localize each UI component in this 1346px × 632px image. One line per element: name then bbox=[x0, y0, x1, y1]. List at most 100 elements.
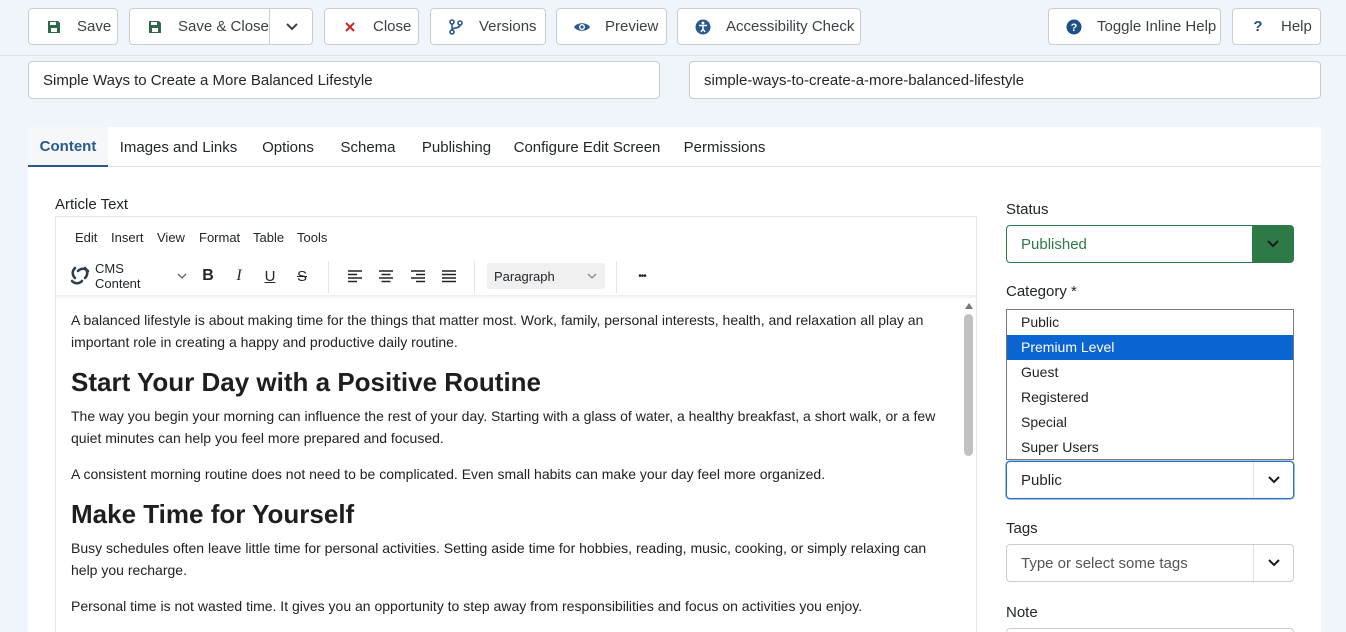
save-icon bbox=[45, 18, 63, 36]
option-guest[interactable]: Guest bbox=[1007, 360, 1293, 385]
toggle-inline-help-label: Toggle Inline Help bbox=[1097, 18, 1217, 35]
italic-button[interactable]: I bbox=[227, 263, 251, 289]
cms-content-label: CMS Content bbox=[94, 261, 141, 291]
save-options-dropdown[interactable] bbox=[269, 9, 313, 44]
block-format-dropdown[interactable]: Paragraph bbox=[487, 263, 605, 289]
status-select[interactable]: Published bbox=[1006, 225, 1294, 263]
editor-menubar: Edit Insert View Format Table Tools bbox=[56, 217, 976, 257]
save-icon bbox=[146, 18, 164, 36]
scroll-thumb[interactable] bbox=[964, 314, 973, 456]
bold-button[interactable]: B bbox=[196, 263, 220, 289]
save-close-label: Save & Close bbox=[178, 18, 269, 35]
editor-toolbar: CMS Content B I U S Paragraph ••• bbox=[56, 257, 976, 295]
option-premium-level[interactable]: Premium Level bbox=[1007, 335, 1293, 360]
menu-view[interactable]: View bbox=[157, 230, 185, 245]
chevron-down-icon bbox=[1267, 559, 1280, 567]
save-close-button[interactable]: Save & Close bbox=[129, 8, 313, 45]
menu-edit[interactable]: Edit bbox=[75, 230, 97, 245]
help-label: Help bbox=[1281, 18, 1312, 35]
svg-text:?: ? bbox=[1071, 22, 1078, 34]
rich-text-editor: Edit Insert View Format Table Tools CMS … bbox=[55, 216, 977, 632]
save-label: Save bbox=[77, 18, 112, 35]
close-button[interactable]: Close bbox=[324, 8, 419, 45]
tab-bar: Content Images and Links Options Schema … bbox=[28, 127, 1321, 167]
tab-configure-edit-screen[interactable]: Configure Edit Screen bbox=[504, 127, 670, 167]
menu-format[interactable]: Format bbox=[199, 230, 240, 245]
tab-content[interactable]: Content bbox=[28, 127, 108, 167]
access-dropdown-toggle[interactable] bbox=[1253, 462, 1293, 498]
chevron-down-icon bbox=[1266, 240, 1279, 248]
tags-label: Tags bbox=[1006, 520, 1038, 537]
tags-placeholder: Type or select some tags bbox=[1021, 555, 1188, 572]
cms-content-dropdown[interactable]: CMS Content bbox=[69, 261, 187, 291]
editor-scrollbar[interactable] bbox=[962, 299, 976, 632]
access-select[interactable]: Public bbox=[1006, 461, 1294, 499]
menu-tools[interactable]: Tools bbox=[297, 230, 327, 245]
strikethrough-button[interactable]: S bbox=[290, 263, 314, 289]
align-justify-button[interactable] bbox=[437, 263, 461, 289]
preview-button[interactable]: Preview bbox=[556, 8, 667, 45]
title-input[interactable]: Simple Ways to Create a More Balanced Li… bbox=[28, 61, 660, 99]
more-tools-button[interactable]: ••• bbox=[630, 263, 654, 289]
branch-icon bbox=[447, 18, 465, 36]
save-button[interactable]: Save bbox=[28, 8, 118, 45]
menu-insert[interactable]: Insert bbox=[111, 230, 144, 245]
paragraph: Busy schedules often leave little time f… bbox=[71, 540, 927, 578]
paragraph: A balanced lifestyle is about making tim… bbox=[71, 312, 924, 350]
category-label: Category * bbox=[1006, 283, 1077, 300]
accessibility-check-button[interactable]: Accessibility Check bbox=[677, 8, 861, 45]
note-input[interactable] bbox=[1006, 628, 1294, 632]
close-icon bbox=[341, 18, 359, 36]
toolbar-shadow bbox=[56, 295, 976, 299]
chevron-down-icon bbox=[177, 273, 187, 279]
tab-options[interactable]: Options bbox=[249, 127, 327, 167]
block-format-label: Paragraph bbox=[494, 268, 555, 284]
toolbar: Save Save & Close Close Versions Preview… bbox=[0, 0, 1346, 56]
scroll-up-arrow[interactable] bbox=[965, 303, 973, 309]
align-center-button[interactable] bbox=[374, 263, 398, 289]
tab-publishing[interactable]: Publishing bbox=[409, 127, 504, 167]
eye-icon bbox=[573, 18, 591, 36]
paragraph: Personal time is not wasted time. It giv… bbox=[71, 598, 863, 614]
access-value: Public bbox=[1021, 472, 1062, 489]
align-left-icon bbox=[348, 270, 362, 283]
question-circle-icon: ? bbox=[1065, 18, 1083, 36]
toolbar-separator bbox=[474, 261, 475, 293]
tags-dropdown-toggle[interactable] bbox=[1253, 545, 1293, 581]
note-label: Note bbox=[1006, 604, 1038, 621]
toolbar-separator bbox=[616, 261, 617, 293]
alias-input[interactable]: simple-ways-to-create-a-more-balanced-li… bbox=[689, 61, 1321, 99]
versions-label: Versions bbox=[479, 18, 537, 35]
help-button[interactable]: ? Help bbox=[1232, 8, 1321, 45]
heading: Make Time for Yourself bbox=[71, 499, 355, 529]
accessibility-label: Accessibility Check bbox=[726, 18, 855, 35]
align-right-icon bbox=[411, 270, 425, 283]
toolbar-separator bbox=[328, 261, 329, 293]
status-dropdown-toggle[interactable] bbox=[1252, 226, 1293, 262]
joomla-icon bbox=[70, 266, 90, 285]
option-public[interactable]: Public bbox=[1007, 310, 1293, 335]
tab-permissions[interactable]: Permissions bbox=[670, 127, 779, 167]
option-special[interactable]: Special bbox=[1007, 410, 1293, 435]
accessibility-icon bbox=[694, 18, 712, 36]
close-label: Close bbox=[373, 18, 412, 35]
chevron-down-icon bbox=[1267, 476, 1280, 484]
status-value: Published bbox=[1021, 236, 1087, 253]
option-super-users[interactable]: Super Users bbox=[1007, 435, 1293, 460]
underline-button[interactable]: U bbox=[258, 263, 282, 289]
preview-label: Preview bbox=[605, 18, 659, 35]
option-registered[interactable]: Registered bbox=[1007, 385, 1293, 410]
versions-button[interactable]: Versions bbox=[430, 8, 546, 45]
tags-input[interactable]: Type or select some tags bbox=[1006, 544, 1294, 582]
heading: Start Your Day with a Positive Routine bbox=[71, 367, 542, 397]
menu-table[interactable]: Table bbox=[253, 230, 284, 245]
toggle-inline-help-button[interactable]: ? Toggle Inline Help bbox=[1048, 8, 1221, 45]
status-label: Status bbox=[1006, 201, 1049, 218]
align-right-button[interactable] bbox=[406, 263, 430, 289]
question-icon: ? bbox=[1253, 18, 1263, 35]
tab-schema[interactable]: Schema bbox=[327, 127, 409, 167]
editor-content[interactable]: A balanced lifestyle is about making tim… bbox=[71, 309, 951, 631]
paragraph: The way you begin your morning can influ… bbox=[71, 408, 936, 446]
tab-images-links[interactable]: Images and Links bbox=[108, 127, 249, 167]
align-left-button[interactable] bbox=[343, 263, 367, 289]
